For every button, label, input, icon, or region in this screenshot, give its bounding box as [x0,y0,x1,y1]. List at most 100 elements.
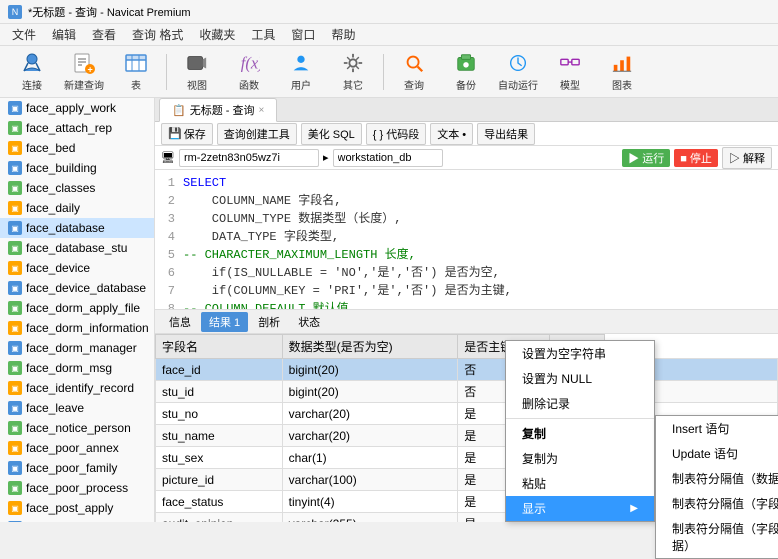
table-button[interactable]: 表 [112,50,160,94]
sidebar-item[interactable]: ▣face_classes [0,178,154,198]
arrow-icon: ▸ [323,151,329,164]
sidebar-item[interactable]: ▣face_dorm_manager [0,338,154,358]
tab-close-button[interactable]: × [258,105,264,116]
stop-button[interactable]: ■ 停止 [674,149,718,167]
sidebar-item[interactable]: ▣face_identify_record [0,378,154,398]
sidebar-item-icon: ▣ [8,521,22,522]
menu-edit[interactable]: 编辑 [44,24,84,45]
result-tab-status[interactable]: 状态 [290,312,328,332]
query-icon [402,51,426,75]
result-tab-result[interactable]: 结果 1 [201,312,248,332]
sidebar-item-label: face_post_employment [26,521,150,522]
text-mode-button[interactable]: 文本 • [430,123,473,145]
menu-window[interactable]: 窗口 [283,24,323,45]
sidebar-item[interactable]: ▣face_database_stu [0,238,154,258]
sidebar-item[interactable]: ▣face_post_apply [0,498,154,518]
menu-favorites[interactable]: 收藏夹 [191,24,243,45]
sub-ctx-tab-both[interactable]: 制表符分隔值（字段名和数据） [656,516,778,558]
sidebar-item-label: face_leave [26,401,84,415]
connect-button[interactable]: 连接 [8,50,56,94]
sidebar-item[interactable]: ▣face_device [0,258,154,278]
explain-button[interactable]: ▷ 解释 [722,147,772,169]
user-button[interactable]: 用户 [277,50,325,94]
query-button[interactable]: 查询 [390,50,438,94]
sidebar-item[interactable]: ▣face_poor_annex [0,438,154,458]
connection-input[interactable] [179,149,319,167]
menu-view[interactable]: 查看 [84,24,124,45]
result-tab-profile[interactable]: 剖析 [250,312,288,332]
sidebar-item-icon: ▣ [8,481,22,495]
video-button[interactable]: 视图 [173,50,221,94]
sidebar-item-icon: ▣ [8,501,22,515]
sidebar-item[interactable]: ▣face_daily [0,198,154,218]
sidebar-item-icon: ▣ [8,301,22,315]
ctx-delete-record[interactable]: 删除记录 [506,391,654,416]
save-button[interactable]: 💾 保存 [161,123,213,145]
svg-text:f(x): f(x) [241,54,260,73]
sidebar-item[interactable]: ▣face_apply_work [0,98,154,118]
sub-ctx-insert[interactable]: Insert 语句 [656,416,778,441]
sidebar-item[interactable]: ▣ face_poor_process [0,478,154,498]
table-label: 表 [131,77,141,92]
table-row[interactable]: face_id bigint(20) 否 是 ID [156,359,778,381]
sidebar-item[interactable]: ▣face_database [0,218,154,238]
code-snippet-button[interactable]: { } 代码段 [366,123,426,145]
result-tab-info[interactable]: 信息 [161,312,199,332]
model-button[interactable]: 模型 [546,50,594,94]
context-menu: 设置为空字符串 设置为 NULL 删除记录 复制 复制为 粘贴 显示 ▶ [505,340,655,522]
sidebar-item[interactable]: ▣ face_leave [0,398,154,418]
menu-help[interactable]: 帮助 [323,24,363,45]
sub-ctx-tab-fields[interactable]: 制表符分隔值（字段名） [656,491,778,516]
cell-name: face_id [156,359,283,381]
ctx-set-empty[interactable]: 设置为空字符串 [506,341,654,366]
video-icon [185,51,209,75]
sidebar-item[interactable]: ▣face_bed [0,138,154,158]
new-query-button[interactable]: + 新建查询 [60,50,108,94]
sidebar-item[interactable]: ▣ face_post_employment [0,518,154,522]
run-button[interactable]: ▶ 运行 [622,149,670,167]
sidebar-item-label: face_poor_process [26,481,128,495]
ctx-copy-as[interactable]: 复制为 [506,446,654,471]
sidebar-item[interactable]: ▣face_dorm_msg [0,358,154,378]
export-button[interactable]: 导出结果 [477,123,535,145]
ctx-copy[interactable]: 复制 [506,421,654,446]
other-button[interactable]: 其它 [329,50,377,94]
code-content: SELECT COLUMN_NAME 字段名, COLUMN_TYPE 数据类型… [183,174,774,305]
ctx-set-null[interactable]: 设置为 NULL [506,366,654,391]
sidebar-item[interactable]: ▣face_dorm_information [0,318,154,338]
beautify-button[interactable]: 美化 SQL [301,123,362,145]
other-label: 其它 [343,77,363,92]
sidebar-item-icon: ▣ [8,401,22,415]
sidebar-item[interactable]: ▣face_notice_person [0,418,154,438]
ctx-paste[interactable]: 粘贴 [506,471,654,496]
database-input[interactable] [333,149,443,167]
sql-editor[interactable]: 123456789 SELECT COLUMN_NAME 字段名, COLUMN… [155,170,778,310]
user-label: 用户 [291,77,311,92]
sub-ctx-tab-data[interactable]: 制表符分隔值（数据） [656,466,778,491]
chart-icon [610,51,634,75]
sidebar-item[interactable]: ▣face_attach_rep [0,118,154,138]
autorun-icon [506,51,530,75]
chart-button[interactable]: 图表 [598,50,646,94]
sidebar-item[interactable]: ▣face_device_database [0,278,154,298]
beautify-label: 美化 SQL [308,126,355,142]
table-row[interactable]: stu_id bigint(20) 否 否 学生ID [156,381,778,403]
sub-ctx-update[interactable]: Update 语句 [656,441,778,466]
sidebar-item-icon: ▣ [8,101,22,115]
result-tabs: 信息 结果 1 剖析 状态 [155,310,778,334]
function-button[interactable]: f(x) 函数 [225,50,273,94]
svg-text:+: + [88,65,93,75]
menu-query-format[interactable]: 查询 格式 [124,24,191,45]
sidebar-item[interactable]: ▣face_building [0,158,154,178]
sidebar-item-icon: ▣ [8,281,22,295]
menu-tools[interactable]: 工具 [243,24,283,45]
cell-type: tinyint(4) [282,491,458,513]
sidebar-item-label: face_bed [26,141,75,155]
backup-button[interactable]: 备份 [442,50,490,94]
autorun-button[interactable]: 自动运行 [494,50,542,94]
sidebar-item[interactable]: ▣face_poor_family [0,458,154,478]
sidebar-item[interactable]: ▣face_dorm_apply_file [0,298,154,318]
query-builder-button[interactable]: 查询创建工具 [217,123,297,145]
query-tab[interactable]: 📋 无标题 - 查询 × [159,98,277,122]
menu-file[interactable]: 文件 [4,24,44,45]
